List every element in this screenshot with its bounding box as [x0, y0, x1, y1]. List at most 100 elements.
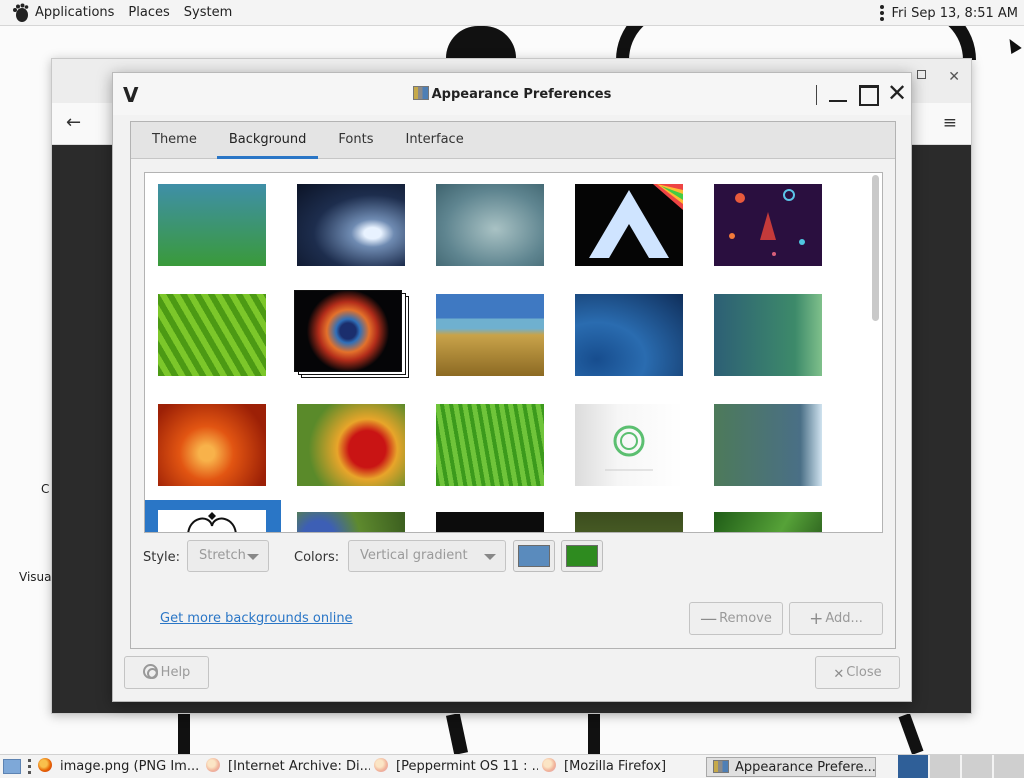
show-desktop-icon[interactable] — [3, 759, 21, 774]
wallpaper-space-rocket[interactable] — [714, 184, 822, 266]
primary-color-button[interactable] — [513, 540, 555, 572]
plus-icon: + — [809, 609, 824, 629]
firefox-icon — [542, 758, 556, 772]
help-lifebuoy-icon — [142, 664, 158, 679]
wallpaper-water-drop[interactable] — [297, 184, 405, 266]
browser-maximize-icon[interactable] — [917, 70, 926, 79]
workspace-3[interactable] — [961, 755, 992, 778]
tab-theme[interactable]: Theme — [140, 122, 209, 158]
wallpaper-seaside-grass[interactable] — [436, 294, 544, 376]
appearance-app-icon — [412, 86, 429, 100]
titlebar-separator — [816, 85, 817, 105]
grid-scrollbar[interactable] — [871, 175, 880, 530]
tab-bar: Theme Background Fonts Interface — [131, 122, 895, 159]
help-button[interactable]: Help — [124, 656, 209, 689]
appearance-app-icon — [713, 760, 729, 773]
rainbow-arch-art — [589, 184, 683, 258]
firefox-icon — [374, 758, 388, 772]
dialog-title: Appearance Preferences — [113, 86, 911, 102]
close-button[interactable]: ✕ Close — [815, 656, 900, 689]
wallpaper-grid[interactable] — [144, 172, 883, 533]
wallpaper-doodle-leg2 — [445, 712, 469, 756]
grid-scrollbar-thumb[interactable] — [872, 175, 879, 321]
task-image-png[interactable]: image.png (PNG Im... — [38, 757, 200, 777]
colors-dropdown[interactable]: Vertical gradient — [348, 540, 506, 572]
wallpaper-artipower-selected[interactable] — [158, 510, 266, 532]
browser-close-icon[interactable]: ✕ — [948, 69, 960, 85]
workspace-4[interactable] — [993, 755, 1024, 778]
wallpaper-dark-stars[interactable] — [436, 512, 544, 532]
task-label: [Internet Archive: Di... — [228, 759, 370, 774]
firefox-icon — [206, 758, 220, 772]
dialog-titlebar[interactable]: V Appearance Preferences ✕ — [113, 73, 911, 115]
wallpaper-orange-flower[interactable] — [158, 404, 266, 486]
wallpaper-teal-bubbles[interactable] — [714, 294, 822, 376]
appearance-preferences-dialog: V Appearance Preferences ✕ Theme Backgro… — [112, 72, 912, 702]
wallpaper-blue-haze[interactable] — [436, 184, 544, 266]
task-label: image.png (PNG Im... — [60, 759, 200, 774]
space-rocket-art — [729, 189, 805, 256]
peppermint-logo-art — [605, 425, 653, 471]
add-button[interactable]: + Add... — [789, 602, 883, 635]
secondary-color-button[interactable] — [561, 540, 603, 572]
back-arrow-icon[interactable]: ← — [66, 112, 81, 133]
menu-applications[interactable]: Applications — [35, 5, 114, 20]
task-internet-archive[interactable]: [Internet Archive: Di... — [206, 757, 370, 777]
wallpaper-slate-gradient[interactable] — [714, 404, 822, 486]
top-panel: Applications Places System Fri Sep 13, 8… — [0, 0, 1024, 26]
task-peppermint-os[interactable]: [Peppermint OS 11 : ... — [374, 757, 538, 777]
wallpaper-rainbow-arch[interactable] — [575, 184, 683, 266]
wallpaper-doodle-head — [446, 26, 516, 58]
secondary-color-swatch — [566, 545, 598, 567]
wallpaper-green-gradient[interactable] — [158, 184, 266, 266]
tab-fonts[interactable]: Fonts — [326, 122, 385, 158]
panel-right: Fri Sep 13, 8:51 AM — [879, 0, 1019, 26]
style-label: Style: — [143, 550, 181, 565]
wallpaper-green-leaves[interactable] — [714, 512, 822, 532]
wallpaper-doodle-leg1 — [178, 714, 190, 754]
close-window-button[interactable]: ✕ — [886, 81, 908, 105]
wallpaper-olive-field[interactable] — [575, 512, 683, 532]
artipower-heart-art — [187, 512, 237, 532]
taskbar: image.png (PNG Im... [Internet Archive: … — [0, 754, 1024, 778]
tab-background[interactable]: Background — [216, 122, 319, 159]
close-label: Close — [846, 665, 882, 680]
main-menu: Applications Places System — [0, 0, 246, 26]
add-label: Add... — [825, 611, 863, 626]
style-dropdown[interactable]: Stretch — [187, 540, 269, 572]
primary-color-swatch — [518, 545, 550, 567]
gnome-foot-icon[interactable] — [10, 3, 30, 23]
task-mozilla-firefox[interactable]: [Mozilla Firefox] — [542, 757, 702, 777]
wallpaper-green-grass[interactable] — [436, 404, 544, 486]
desktop-icon-label[interactable]: C — [41, 482, 49, 496]
wallpaper-helix-nebula[interactable] — [294, 290, 402, 372]
remove-button[interactable]: — Remove — [689, 602, 783, 635]
more-backgrounds-link[interactable]: Get more backgrounds online — [160, 611, 353, 626]
minimize-button[interactable] — [827, 83, 849, 105]
wallpaper-red-flower[interactable] — [297, 404, 405, 486]
overflow-icon[interactable] — [879, 5, 884, 21]
desktop-icon-label[interactable]: Visua — [19, 570, 52, 584]
firefox-icon — [38, 758, 52, 772]
menu-places[interactable]: Places — [128, 5, 169, 20]
menu-system[interactable]: System — [184, 5, 232, 20]
task-label: [Mozilla Firefox] — [564, 759, 667, 774]
hamburger-menu-icon[interactable]: ≡ — [943, 113, 957, 133]
maximize-button[interactable] — [857, 83, 879, 106]
task-appearance-preferences[interactable]: Appearance Prefere... — [706, 757, 876, 777]
wallpaper-green-leaf[interactable] — [158, 294, 266, 376]
workspace-1[interactable] — [897, 755, 928, 778]
clock[interactable]: Fri Sep 13, 8:51 AM — [892, 6, 1019, 21]
preferences-notebook: Theme Background Fonts Interface Style: … — [130, 121, 896, 649]
workspace-2[interactable] — [929, 755, 960, 778]
wallpaper-blue-waves[interactable] — [575, 294, 683, 376]
colors-dropdown-value: Vertical gradient — [360, 548, 468, 563]
dialog-title-text: Appearance Preferences — [431, 87, 612, 102]
wallpaper-peppermint-logo[interactable] — [575, 404, 683, 486]
task-label: Appearance Prefere... — [735, 760, 876, 775]
tab-interface[interactable]: Interface — [393, 122, 475, 158]
style-dropdown-value: Stretch — [199, 548, 246, 563]
wallpaper-blue-flowers[interactable] — [297, 512, 405, 532]
wallpaper-doodle-leg4 — [898, 713, 924, 755]
taskbar-handle-icon[interactable] — [28, 759, 32, 774]
